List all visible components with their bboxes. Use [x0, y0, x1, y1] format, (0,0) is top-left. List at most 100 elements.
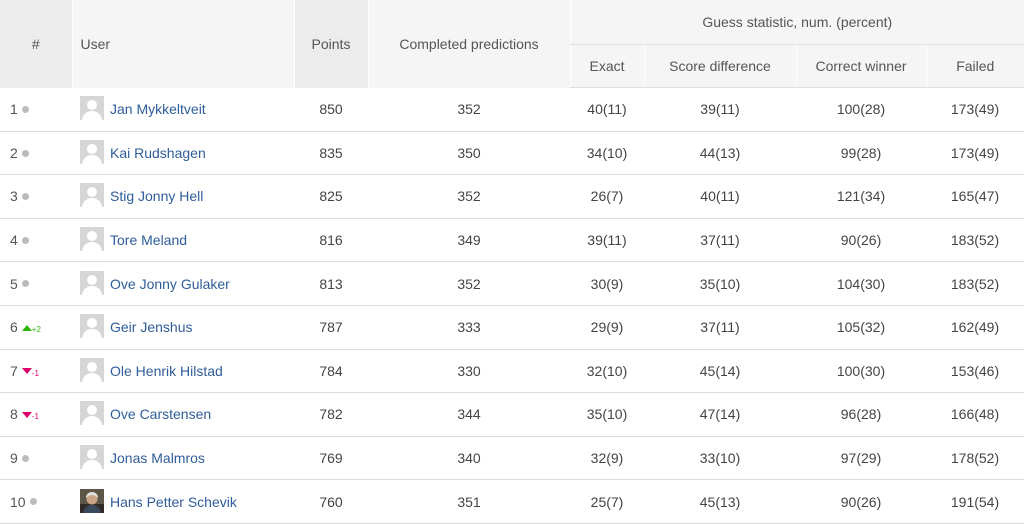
exact-cell: 39(11): [570, 218, 644, 263]
rank-cell: 10: [0, 479, 72, 524]
table-row: 8 -1 Ove Carstensen 782 344 35(10) 47(14)…: [0, 392, 1024, 437]
completed-cell: 330: [368, 349, 570, 394]
user-link[interactable]: Jan Mykkeltveit: [110, 101, 206, 117]
completed-cell: 352: [368, 174, 570, 219]
default-avatar-icon[interactable]: [80, 227, 104, 252]
photo-avatar-icon[interactable]: [80, 488, 104, 513]
col-rank-header[interactable]: #: [0, 0, 72, 88]
default-avatar-icon[interactable]: [80, 96, 104, 121]
rank-number: 6: [10, 319, 18, 336]
col-exact-header[interactable]: Exact: [569, 44, 644, 88]
failed-cell: 183(52): [926, 261, 1024, 306]
default-avatar-icon[interactable]: [80, 139, 104, 164]
rank-number: 9: [10, 450, 18, 467]
table-row: 9 Jonas Malmros 769 340 32(9) 33(10) 97(…: [0, 436, 1024, 481]
correct-winner-cell: 105(32): [796, 305, 926, 350]
rank-cell: 8 -1: [0, 392, 72, 437]
default-avatar-icon[interactable]: [80, 270, 104, 295]
leaderboard-table: # User Points Completed predictions Gues…: [0, 0, 1024, 524]
score-difference-cell: 40(11): [644, 174, 796, 219]
col-completed-header[interactable]: Completed predictions: [367, 0, 570, 88]
rank-change: +2: [31, 325, 41, 335]
user-link[interactable]: Geir Jenshus: [110, 319, 192, 335]
rank-unchanged-icon: [21, 454, 29, 462]
points-cell: 782: [294, 392, 368, 437]
rank-up-icon: [21, 324, 32, 331]
completed-cell: 350: [368, 131, 570, 176]
rank-number: 4: [10, 232, 18, 249]
exact-cell: 35(10): [570, 392, 644, 437]
correct-winner-cell: 100(30): [796, 349, 926, 394]
failed-cell: 166(48): [926, 392, 1024, 437]
correct-winner-cell: 99(28): [796, 131, 926, 176]
score-difference-cell: 37(11): [644, 218, 796, 263]
user-link[interactable]: Stig Jonny Hell: [110, 188, 203, 204]
rank-number: 2: [10, 144, 18, 161]
default-avatar-icon[interactable]: [80, 357, 104, 382]
user-cell: Ove Jonny Gulaker: [72, 261, 294, 306]
failed-cell: 178(52): [926, 436, 1024, 481]
default-avatar-icon[interactable]: [80, 445, 104, 470]
failed-cell: 165(47): [926, 174, 1024, 219]
table-row: 7 -1 Ole Henrik Hilstad 784 330 32(10) 45…: [0, 349, 1024, 394]
user-link[interactable]: Jonas Malmros: [110, 450, 205, 466]
rank-cell: 2: [0, 131, 72, 176]
exact-cell: 30(9): [570, 261, 644, 306]
completed-cell: 352: [368, 87, 570, 132]
completed-cell: 349: [368, 218, 570, 263]
rank-number: 1: [10, 101, 18, 118]
correct-winner-cell: 121(34): [796, 174, 926, 219]
col-points-header[interactable]: Points: [293, 0, 368, 88]
user-link[interactable]: Ove Carstensen: [110, 406, 211, 422]
default-avatar-icon[interactable]: [80, 314, 104, 339]
user-cell: Jan Mykkeltveit: [72, 87, 294, 132]
points-cell: 850: [294, 87, 368, 132]
rank-change: -1: [31, 412, 39, 422]
rank-number: 3: [10, 188, 18, 205]
completed-cell: 344: [368, 392, 570, 437]
table-header: # User Points Completed predictions Gues…: [0, 0, 1024, 88]
rank-down-icon: [21, 368, 32, 375]
rank-unchanged-icon: [21, 105, 29, 113]
table-row: 2 Kai Rudshagen 835 350 34(10) 44(13) 99…: [0, 131, 1024, 176]
completed-cell: 352: [368, 261, 570, 306]
user-cell: Ole Henrik Hilstad: [72, 349, 294, 394]
exact-cell: 32(10): [570, 349, 644, 394]
col-correct-winner-header[interactable]: Correct winner: [795, 44, 926, 88]
table-body: 1 Jan Mykkeltveit 850 352 40(11) 39(11) …: [0, 87, 1024, 524]
col-failed-header[interactable]: Failed: [925, 44, 1024, 88]
col-score-difference-header[interactable]: Score difference: [643, 44, 796, 88]
user-link[interactable]: Kai Rudshagen: [110, 145, 206, 161]
correct-winner-cell: 104(30): [796, 261, 926, 306]
user-link[interactable]: Ove Jonny Gulaker: [110, 276, 230, 292]
table-row: 1 Jan Mykkeltveit 850 352 40(11) 39(11) …: [0, 87, 1024, 132]
default-avatar-icon[interactable]: [80, 401, 104, 426]
correct-winner-cell: 90(26): [796, 479, 926, 524]
failed-cell: 173(49): [926, 131, 1024, 176]
failed-cell: 153(46): [926, 349, 1024, 394]
user-link[interactable]: Hans Petter Schevik: [110, 494, 237, 510]
col-user-header[interactable]: User: [71, 0, 294, 88]
user-cell: Jonas Malmros: [72, 436, 294, 481]
exact-cell: 25(7): [570, 479, 644, 524]
rank-cell: 9: [0, 436, 72, 481]
rank-down-icon: [21, 411, 32, 418]
rank-cell: 3: [0, 174, 72, 219]
completed-cell: 340: [368, 436, 570, 481]
completed-cell: 333: [368, 305, 570, 350]
user-cell: Ove Carstensen: [72, 392, 294, 437]
rank-number: 10: [10, 493, 26, 510]
score-difference-cell: 33(10): [644, 436, 796, 481]
points-cell: 787: [294, 305, 368, 350]
rank-change: -1: [31, 368, 39, 378]
default-avatar-icon[interactable]: [80, 183, 104, 208]
table-row: 10 Hans Petter Schevik 760 351 25(7) 45(…: [0, 479, 1024, 524]
exact-cell: 32(9): [570, 436, 644, 481]
user-link[interactable]: Tore Meland: [110, 232, 187, 248]
rank-cell: 5: [0, 261, 72, 306]
table-row: 4 Tore Meland 816 349 39(11) 37(11) 90(2…: [0, 218, 1024, 263]
points-cell: 825: [294, 174, 368, 219]
rank-unchanged-icon: [29, 498, 37, 506]
score-difference-cell: 39(11): [644, 87, 796, 132]
user-link[interactable]: Ole Henrik Hilstad: [110, 363, 223, 379]
